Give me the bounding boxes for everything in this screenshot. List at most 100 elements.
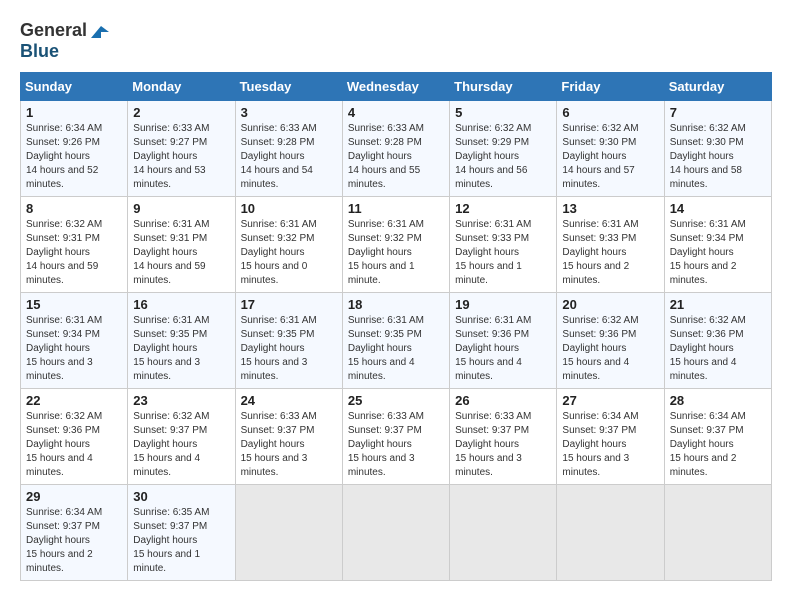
day-info: Sunrise: 6:33 AM Sunset: 9:37 PM Dayligh… <box>455 411 531 478</box>
logo-general-text: General <box>20 20 87 41</box>
day-info: Sunrise: 6:33 AM Sunset: 9:37 PM Dayligh… <box>241 411 317 478</box>
weekday-header: Monday <box>128 73 235 101</box>
day-info: Sunrise: 6:33 AM Sunset: 9:28 PM Dayligh… <box>241 123 317 190</box>
calendar-week-row: 29 Sunrise: 6:34 AM Sunset: 9:37 PM Dayl… <box>21 485 772 581</box>
day-number: 21 <box>670 297 766 312</box>
day-info: Sunrise: 6:34 AM Sunset: 9:37 PM Dayligh… <box>26 507 102 574</box>
day-info: Sunrise: 6:31 AM Sunset: 9:31 PM Dayligh… <box>133 219 209 286</box>
calendar-day-cell <box>450 485 557 581</box>
calendar-day-cell: 5 Sunrise: 6:32 AM Sunset: 9:29 PM Dayli… <box>450 101 557 197</box>
calendar-day-cell: 3 Sunrise: 6:33 AM Sunset: 9:28 PM Dayli… <box>235 101 342 197</box>
day-info: Sunrise: 6:32 AM Sunset: 9:30 PM Dayligh… <box>562 123 638 190</box>
day-number: 20 <box>562 297 658 312</box>
calendar-day-cell <box>342 485 449 581</box>
day-info: Sunrise: 6:32 AM Sunset: 9:29 PM Dayligh… <box>455 123 531 190</box>
day-number: 18 <box>348 297 444 312</box>
calendar-day-cell: 20 Sunrise: 6:32 AM Sunset: 9:36 PM Dayl… <box>557 293 664 389</box>
day-number: 28 <box>670 393 766 408</box>
calendar-day-cell: 25 Sunrise: 6:33 AM Sunset: 9:37 PM Dayl… <box>342 389 449 485</box>
calendar-day-cell: 19 Sunrise: 6:31 AM Sunset: 9:36 PM Dayl… <box>450 293 557 389</box>
calendar-day-cell <box>664 485 771 581</box>
day-info: Sunrise: 6:31 AM Sunset: 9:32 PM Dayligh… <box>348 219 424 286</box>
calendar-table: SundayMondayTuesdayWednesdayThursdayFrid… <box>20 72 772 581</box>
day-info: Sunrise: 6:31 AM Sunset: 9:34 PM Dayligh… <box>670 219 746 286</box>
day-number: 8 <box>26 201 122 216</box>
calendar-header: SundayMondayTuesdayWednesdayThursdayFrid… <box>21 73 772 101</box>
calendar-body: 1 Sunrise: 6:34 AM Sunset: 9:26 PM Dayli… <box>21 101 772 581</box>
calendar-day-cell: 11 Sunrise: 6:31 AM Sunset: 9:32 PM Dayl… <box>342 197 449 293</box>
day-number: 12 <box>455 201 551 216</box>
day-info: Sunrise: 6:31 AM Sunset: 9:32 PM Dayligh… <box>241 219 317 286</box>
calendar-day-cell: 22 Sunrise: 6:32 AM Sunset: 9:36 PM Dayl… <box>21 389 128 485</box>
day-info: Sunrise: 6:35 AM Sunset: 9:37 PM Dayligh… <box>133 507 209 574</box>
calendar-day-cell: 30 Sunrise: 6:35 AM Sunset: 9:37 PM Dayl… <box>128 485 235 581</box>
day-number: 10 <box>241 201 337 216</box>
calendar-day-cell: 14 Sunrise: 6:31 AM Sunset: 9:34 PM Dayl… <box>664 197 771 293</box>
calendar-day-cell: 27 Sunrise: 6:34 AM Sunset: 9:37 PM Dayl… <box>557 389 664 485</box>
day-info: Sunrise: 6:31 AM Sunset: 9:34 PM Dayligh… <box>26 315 102 382</box>
day-number: 22 <box>26 393 122 408</box>
day-info: Sunrise: 6:32 AM Sunset: 9:36 PM Dayligh… <box>670 315 746 382</box>
calendar-day-cell: 16 Sunrise: 6:31 AM Sunset: 9:35 PM Dayl… <box>128 293 235 389</box>
calendar-day-cell: 10 Sunrise: 6:31 AM Sunset: 9:32 PM Dayl… <box>235 197 342 293</box>
day-info: Sunrise: 6:32 AM Sunset: 9:36 PM Dayligh… <box>562 315 638 382</box>
day-info: Sunrise: 6:32 AM Sunset: 9:37 PM Dayligh… <box>133 411 209 478</box>
day-number: 14 <box>670 201 766 216</box>
calendar-day-cell: 4 Sunrise: 6:33 AM Sunset: 9:28 PM Dayli… <box>342 101 449 197</box>
calendar-day-cell: 13 Sunrise: 6:31 AM Sunset: 9:33 PM Dayl… <box>557 197 664 293</box>
calendar-day-cell: 2 Sunrise: 6:33 AM Sunset: 9:27 PM Dayli… <box>128 101 235 197</box>
day-number: 26 <box>455 393 551 408</box>
calendar-day-cell: 29 Sunrise: 6:34 AM Sunset: 9:37 PM Dayl… <box>21 485 128 581</box>
day-number: 2 <box>133 105 229 120</box>
day-info: Sunrise: 6:32 AM Sunset: 9:36 PM Dayligh… <box>26 411 102 478</box>
day-info: Sunrise: 6:34 AM Sunset: 9:26 PM Dayligh… <box>26 123 102 190</box>
calendar-day-cell: 26 Sunrise: 6:33 AM Sunset: 9:37 PM Dayl… <box>450 389 557 485</box>
day-info: Sunrise: 6:32 AM Sunset: 9:31 PM Dayligh… <box>26 219 102 286</box>
day-info: Sunrise: 6:33 AM Sunset: 9:27 PM Dayligh… <box>133 123 209 190</box>
weekday-header: Tuesday <box>235 73 342 101</box>
weekday-header: Wednesday <box>342 73 449 101</box>
calendar-day-cell: 8 Sunrise: 6:32 AM Sunset: 9:31 PM Dayli… <box>21 197 128 293</box>
logo-bird-icon <box>89 24 111 40</box>
calendar-day-cell: 23 Sunrise: 6:32 AM Sunset: 9:37 PM Dayl… <box>128 389 235 485</box>
day-number: 23 <box>133 393 229 408</box>
weekday-header: Sunday <box>21 73 128 101</box>
calendar-day-cell: 18 Sunrise: 6:31 AM Sunset: 9:35 PM Dayl… <box>342 293 449 389</box>
day-info: Sunrise: 6:33 AM Sunset: 9:28 PM Dayligh… <box>348 123 424 190</box>
day-number: 19 <box>455 297 551 312</box>
calendar-day-cell: 1 Sunrise: 6:34 AM Sunset: 9:26 PM Dayli… <box>21 101 128 197</box>
day-number: 6 <box>562 105 658 120</box>
calendar-day-cell <box>557 485 664 581</box>
weekday-header: Friday <box>557 73 664 101</box>
calendar-week-row: 22 Sunrise: 6:32 AM Sunset: 9:36 PM Dayl… <box>21 389 772 485</box>
day-number: 16 <box>133 297 229 312</box>
logo-blue-text: Blue <box>20 41 59 62</box>
calendar-week-row: 1 Sunrise: 6:34 AM Sunset: 9:26 PM Dayli… <box>21 101 772 197</box>
logo: General Blue <box>20 20 111 62</box>
calendar-week-row: 15 Sunrise: 6:31 AM Sunset: 9:34 PM Dayl… <box>21 293 772 389</box>
day-info: Sunrise: 6:31 AM Sunset: 9:33 PM Dayligh… <box>455 219 531 286</box>
day-info: Sunrise: 6:31 AM Sunset: 9:33 PM Dayligh… <box>562 219 638 286</box>
day-info: Sunrise: 6:34 AM Sunset: 9:37 PM Dayligh… <box>562 411 638 478</box>
weekday-header: Thursday <box>450 73 557 101</box>
calendar-day-cell: 7 Sunrise: 6:32 AM Sunset: 9:30 PM Dayli… <box>664 101 771 197</box>
calendar-day-cell: 21 Sunrise: 6:32 AM Sunset: 9:36 PM Dayl… <box>664 293 771 389</box>
day-number: 11 <box>348 201 444 216</box>
day-number: 30 <box>133 489 229 504</box>
day-number: 27 <box>562 393 658 408</box>
header: General Blue <box>20 20 772 62</box>
day-number: 24 <box>241 393 337 408</box>
day-number: 9 <box>133 201 229 216</box>
day-number: 29 <box>26 489 122 504</box>
day-info: Sunrise: 6:33 AM Sunset: 9:37 PM Dayligh… <box>348 411 424 478</box>
day-number: 4 <box>348 105 444 120</box>
day-number: 7 <box>670 105 766 120</box>
calendar-day-cell: 9 Sunrise: 6:31 AM Sunset: 9:31 PM Dayli… <box>128 197 235 293</box>
day-info: Sunrise: 6:31 AM Sunset: 9:35 PM Dayligh… <box>348 315 424 382</box>
calendar-day-cell: 6 Sunrise: 6:32 AM Sunset: 9:30 PM Dayli… <box>557 101 664 197</box>
calendar-day-cell: 12 Sunrise: 6:31 AM Sunset: 9:33 PM Dayl… <box>450 197 557 293</box>
weekday-header: Saturday <box>664 73 771 101</box>
calendar-day-cell: 28 Sunrise: 6:34 AM Sunset: 9:37 PM Dayl… <box>664 389 771 485</box>
day-number: 3 <box>241 105 337 120</box>
calendar-day-cell: 17 Sunrise: 6:31 AM Sunset: 9:35 PM Dayl… <box>235 293 342 389</box>
